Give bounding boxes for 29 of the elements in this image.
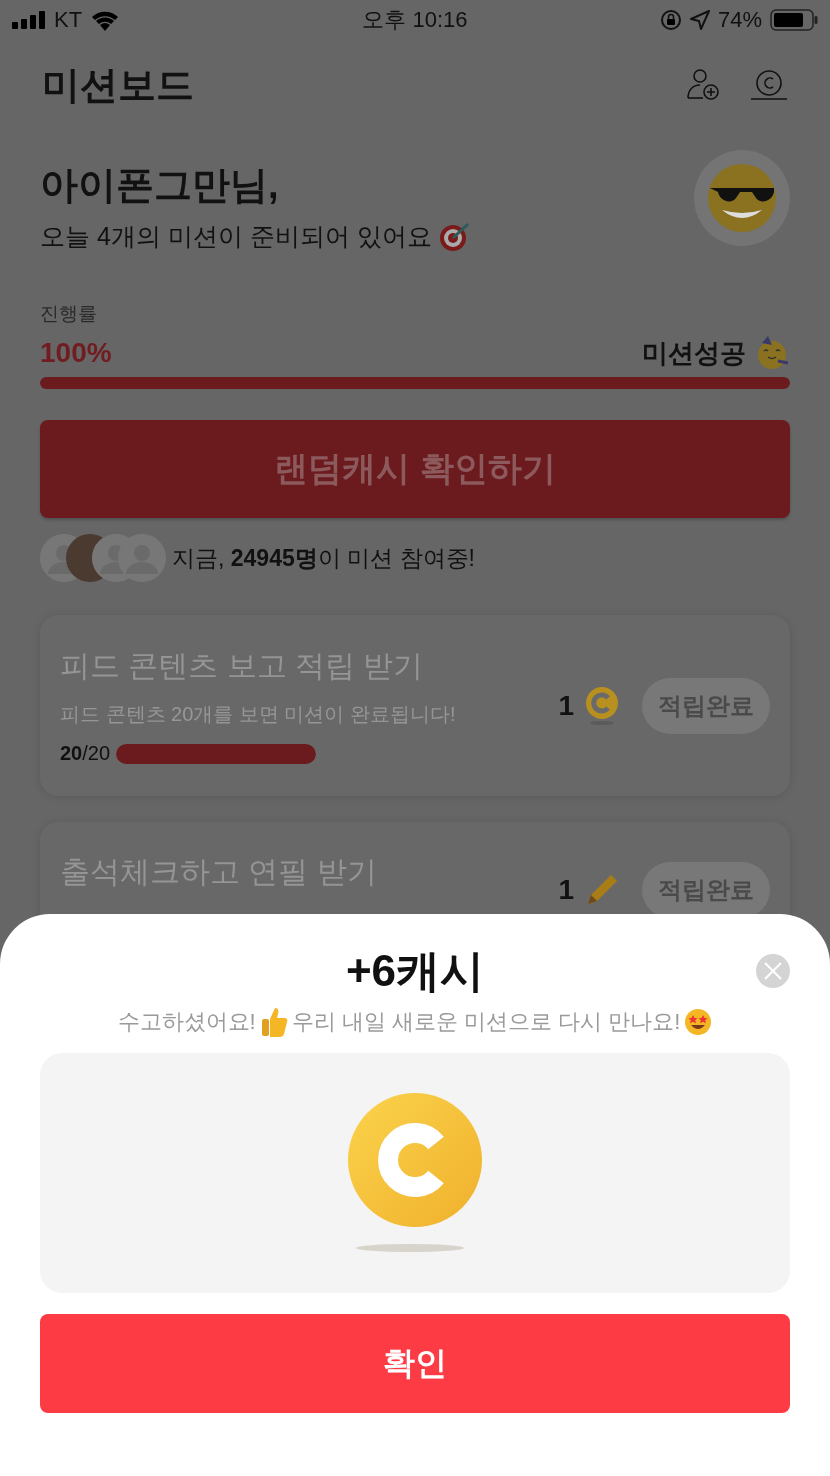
page-title: 미션보드 xyxy=(42,62,194,108)
carrier-label: KT xyxy=(54,7,83,33)
thumbs-up-icon xyxy=(259,1007,288,1037)
user-greeting: 아이폰그만님, xyxy=(40,163,280,208)
battery-icon xyxy=(770,9,818,31)
progress-label: 진행률 xyxy=(40,302,98,326)
wifi-icon xyxy=(90,9,121,31)
confirm-button[interactable]: 확인 xyxy=(40,1314,790,1413)
signal-icon xyxy=(12,11,46,29)
battery-percent: 74% xyxy=(717,7,762,33)
mission-success-label: 미션성공 xyxy=(642,336,746,370)
status-time: 오후 10:16 xyxy=(362,6,468,34)
reward-message: 수고하셨어요! xyxy=(117,1008,256,1036)
star-eyes-face-icon xyxy=(684,1008,713,1036)
progress-percent: 100% xyxy=(40,337,112,369)
coin-icon xyxy=(584,685,620,726)
mission-count-message: 오늘 4개의 미션이 준비되어 있어요 xyxy=(40,220,432,252)
participants-text: 지금, 24945명이 미션 참여중! xyxy=(172,543,475,573)
cash-coin-icon[interactable] xyxy=(750,69,788,101)
add-friend-icon[interactable] xyxy=(686,68,720,102)
reward-amount: 1 xyxy=(558,874,574,906)
reward-title: +6캐시 xyxy=(344,945,486,997)
random-cash-button[interactable]: 랜덤캐시 확인하기 xyxy=(40,420,790,518)
location-arrow-icon xyxy=(689,10,710,30)
rotation-lock-icon xyxy=(659,9,682,31)
mission-count: 20/20 xyxy=(60,742,111,765)
reward-amount: 1 xyxy=(558,689,574,722)
reward-message: 우리 내일 새로운 미션으로 다시 만나요! xyxy=(291,1008,681,1036)
sunglasses-face-icon xyxy=(694,150,790,246)
